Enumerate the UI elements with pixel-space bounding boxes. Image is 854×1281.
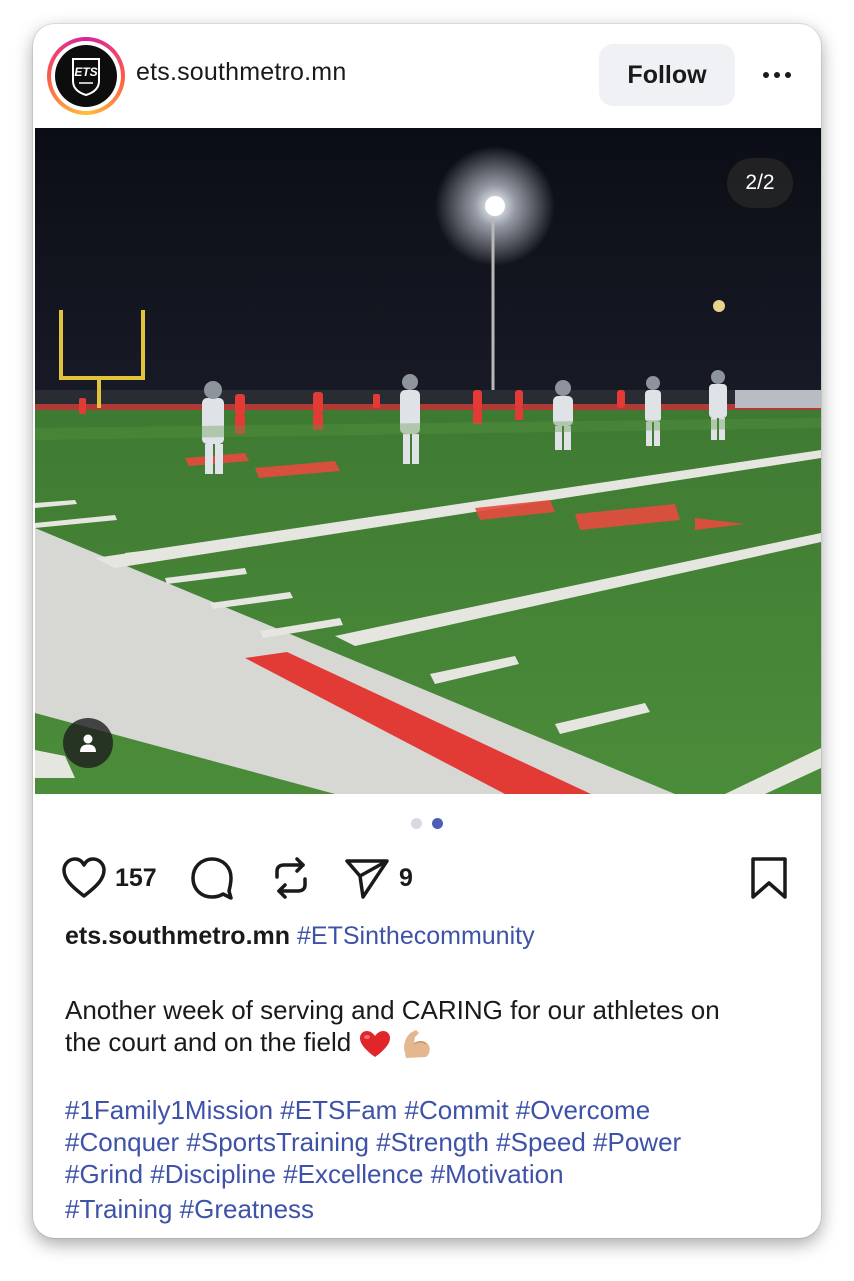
- save-button[interactable]: [749, 850, 789, 906]
- post-header: ETS ets.southmetro.mn Follow: [33, 24, 821, 128]
- share-count: 9: [399, 863, 413, 892]
- user-tag-icon[interactable]: [63, 718, 113, 768]
- like-count: 157: [115, 863, 157, 892]
- caption-text-line: the court and on the field: [65, 1027, 352, 1057]
- comment-button[interactable]: [189, 850, 235, 906]
- red-heart-icon: [360, 1031, 391, 1058]
- share-button[interactable]: 9: [343, 850, 413, 906]
- post-card: ETS ets.southmetro.mn Follow 2/2 157 9 e…: [33, 24, 821, 1238]
- caption-username[interactable]: ets.southmetro.mn: [65, 922, 290, 950]
- repost-icon: [275, 857, 307, 899]
- carousel-indicator: [411, 818, 443, 829]
- flexed-biceps-icon: [403, 1030, 430, 1059]
- repost-button[interactable]: [269, 850, 313, 906]
- hashtag-line[interactable]: #Conquer #SportsTraining #Strength #Spee…: [65, 1126, 805, 1158]
- post-image[interactable]: 2/2: [35, 128, 821, 794]
- hashtag-line[interactable]: #1Family1Mission #ETSFam #Commit #Overco…: [65, 1094, 805, 1126]
- more-horizontal-icon[interactable]: [759, 60, 795, 90]
- follow-button[interactable]: Follow: [599, 44, 735, 106]
- post-username[interactable]: ets.southmetro.mn: [136, 58, 346, 87]
- comment-icon: [191, 857, 233, 900]
- heart-icon: [62, 857, 106, 898]
- ets-logo-icon: ETS: [55, 45, 117, 107]
- image-counter: 2/2: [727, 158, 793, 208]
- svg-text:ETS: ETS: [74, 65, 97, 79]
- caption-text-line: Another week of serving and CARING for o…: [65, 995, 720, 1025]
- hashtag-link[interactable]: #ETSinthecommunity: [297, 922, 535, 950]
- carousel-dot[interactable]: [411, 818, 422, 829]
- caption-text: Another week of serving and CARING for o…: [65, 994, 795, 1060]
- hashtag-line[interactable]: #Grind #Discipline #Excellence #Motivati…: [65, 1158, 805, 1190]
- hashtag-line[interactable]: #Training #Greatness: [65, 1193, 805, 1225]
- action-bar: 157 9: [33, 850, 821, 906]
- caption-header: ets.southmetro.mn #ETSinthecommunity: [65, 922, 535, 951]
- like-button[interactable]: 157: [61, 850, 157, 906]
- avatar[interactable]: ETS: [47, 37, 125, 115]
- bookmark-icon: [751, 857, 787, 899]
- carousel-dot-active[interactable]: [432, 818, 443, 829]
- hashtag-block: #1Family1Mission #ETSFam #Commit #Overco…: [65, 1094, 805, 1225]
- send-icon: [345, 859, 389, 899]
